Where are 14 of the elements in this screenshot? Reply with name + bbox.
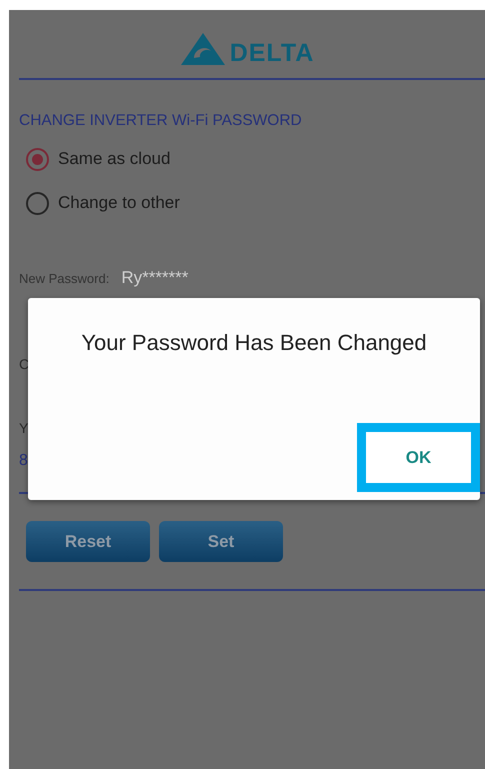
- radio-option[interactable]: Same as cloud: [26, 144, 485, 174]
- password-field[interactable]: Ry*******: [121, 268, 188, 288]
- section-heading: CHANGE INVERTER Wi-Fi PASSWORD: [19, 112, 303, 130]
- covered-text: 8: [19, 452, 28, 470]
- radio-option[interactable]: Change to other: [26, 188, 485, 218]
- ok-button[interactable]: OK: [357, 423, 480, 492]
- covered-text: C: [19, 356, 30, 374]
- covered-text: Y: [19, 420, 28, 438]
- field-label: New Password:: [19, 271, 110, 286]
- dialog-message: Your Password Has Been Changed: [80, 330, 428, 356]
- action-button[interactable]: Reset: [26, 521, 150, 562]
- delta-triangle-icon: [180, 32, 226, 66]
- action-button[interactable]: Set: [159, 521, 283, 562]
- logo-wordmark: DELTA: [230, 40, 314, 66]
